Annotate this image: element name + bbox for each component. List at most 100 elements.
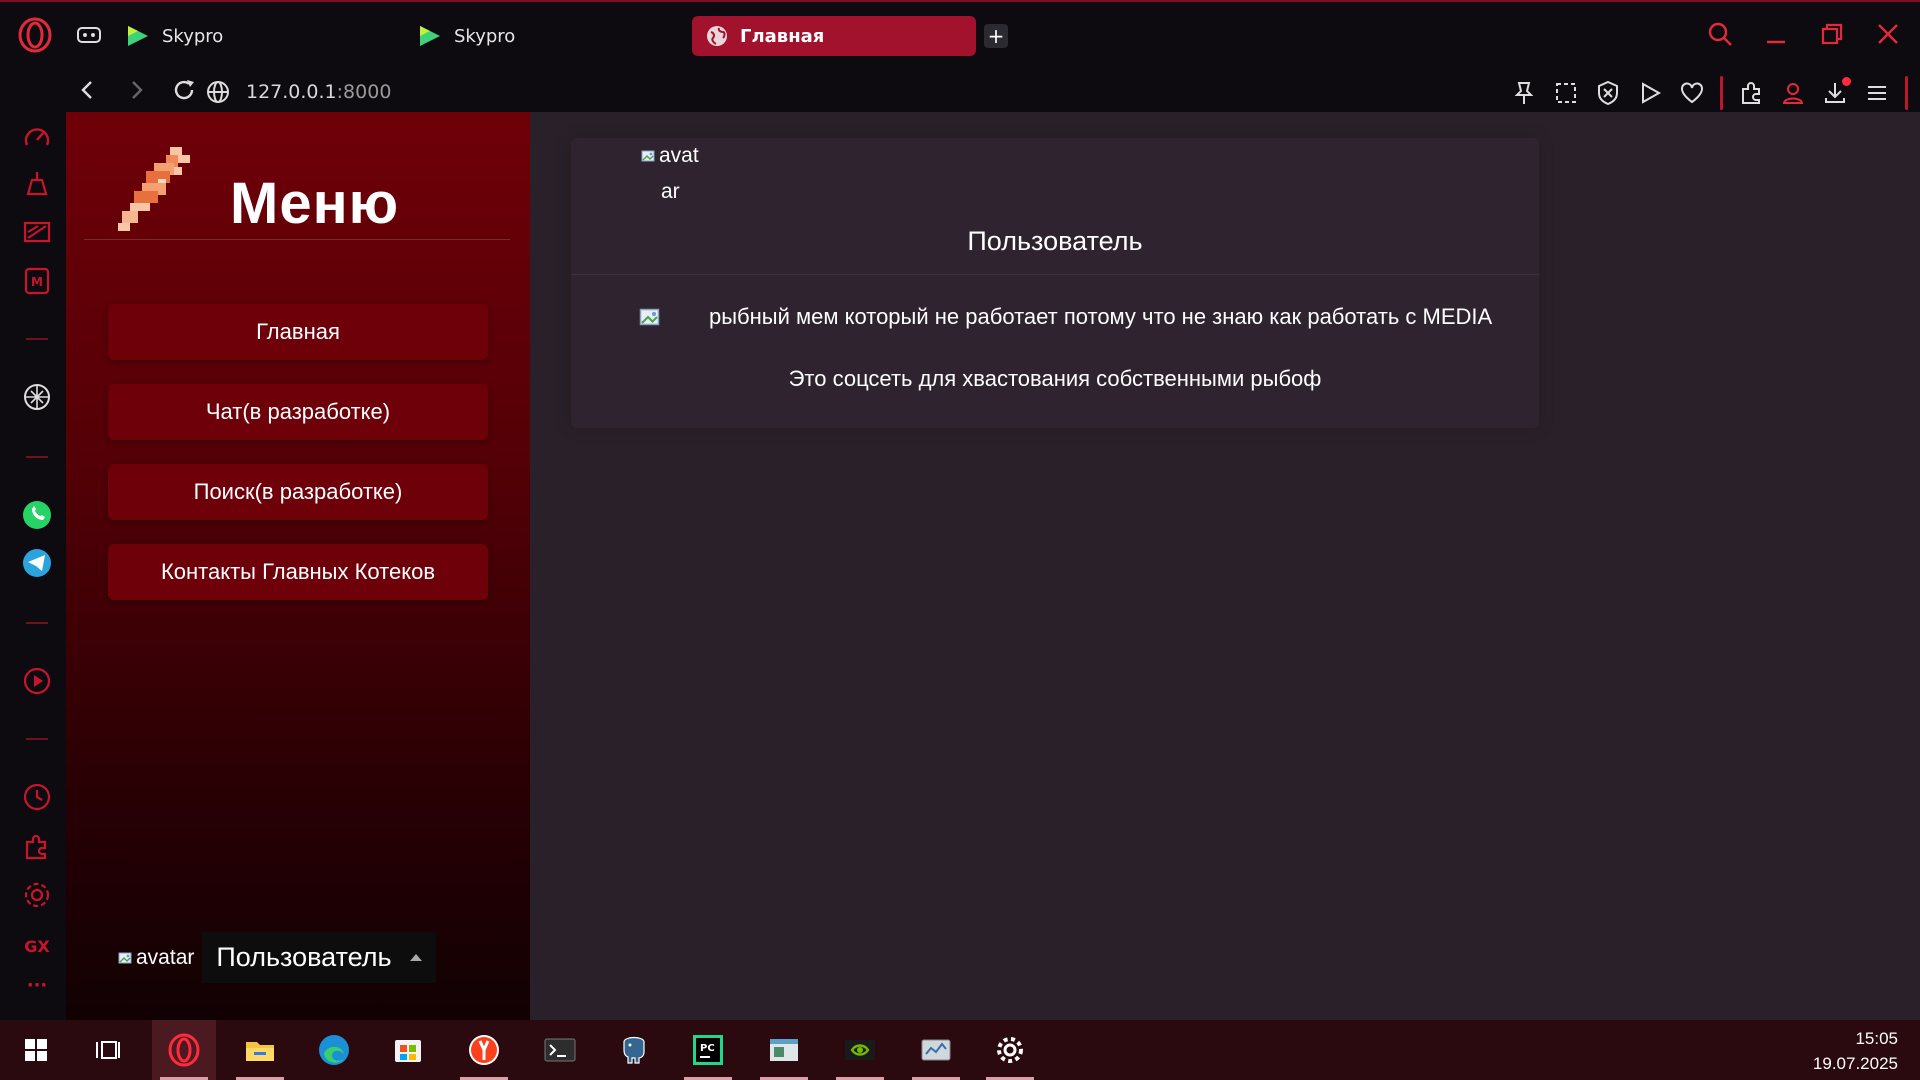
skypro-favicon-icon: [126, 25, 150, 47]
more-options-icon[interactable]: ···: [20, 976, 54, 1010]
profile-avatar: avat ar: [641, 138, 761, 210]
avatar-alt-line2: ar: [661, 180, 680, 203]
music-player-icon[interactable]: [20, 664, 54, 698]
back-icon[interactable]: [74, 76, 102, 104]
caret-up-icon: [409, 954, 422, 961]
taskbar-monitor-app[interactable]: [904, 1020, 968, 1080]
system-clock[interactable]: 15:05 19.07.2025: [1813, 1026, 1898, 1076]
broken-image-icon: [118, 950, 134, 966]
adblock-icon[interactable]: [1594, 79, 1622, 107]
windows-logo-icon: [18, 1032, 54, 1068]
heart-icon[interactable]: [1678, 79, 1706, 107]
forward-icon[interactable]: [122, 76, 150, 104]
taskbar-terminal[interactable]: [528, 1020, 592, 1080]
account-icon[interactable]: [1779, 79, 1807, 107]
clock-time: 15:05: [1855, 1029, 1898, 1048]
sidebar-separator: [26, 456, 48, 458]
start-button[interactable]: [4, 1020, 68, 1080]
tab-skypro-2[interactable]: Skypro: [404, 16, 664, 56]
opera-gx-icon: [166, 1032, 202, 1068]
taskbar-app-window[interactable]: [752, 1020, 816, 1080]
sidebar-separator: [26, 338, 48, 340]
settings-gear-icon[interactable]: [20, 878, 54, 912]
twitch-m-icon[interactable]: M: [20, 264, 54, 298]
extensions-sidebar-icon[interactable]: [20, 830, 54, 864]
snapshot-icon[interactable]: [1552, 79, 1580, 107]
task-view-button[interactable]: [76, 1020, 140, 1080]
taskbar-opera-gx[interactable]: [152, 1020, 216, 1080]
edge-icon: [316, 1032, 352, 1068]
url-host: 127.0.0.1: [246, 81, 337, 103]
avatar-alt-text: avatar: [136, 945, 195, 969]
opera-gx-logo-icon[interactable]: [16, 16, 54, 54]
taskbar-file-explorer[interactable]: [228, 1020, 292, 1080]
terminal-icon: [542, 1032, 578, 1068]
meme-row: рыбный мем который не работает потому чт…: [639, 304, 1492, 330]
postgresql-elephant-icon: [616, 1032, 652, 1068]
download-badge-icon: [1842, 77, 1851, 86]
pycharm-icon: PC: [690, 1032, 726, 1068]
tab-label: Skypro: [162, 25, 224, 47]
restore-window-icon[interactable]: [1818, 20, 1846, 48]
reload-icon[interactable]: [170, 76, 198, 104]
chatgpt-icon[interactable]: [20, 380, 54, 414]
user-dropdown[interactable]: Пользователь: [202, 932, 436, 983]
taskbar-pgadmin[interactable]: [602, 1020, 666, 1080]
extensions-icon[interactable]: [1737, 79, 1765, 107]
url-field[interactable]: 127.0.0.1:8000: [206, 80, 391, 104]
user-block: avatar Пользователь: [118, 932, 436, 983]
speed-dial-icon[interactable]: [20, 120, 54, 154]
avatar[interactable]: avatar: [118, 946, 194, 970]
search-tabs-icon[interactable]: [1706, 20, 1734, 48]
broken-image-icon: [641, 148, 657, 164]
player-icon[interactable]: [1636, 79, 1664, 107]
yandex-browser-icon: [466, 1032, 502, 1068]
menu-button-chat[interactable]: Чат(в разработке): [108, 384, 488, 440]
card-divider: [571, 274, 1539, 275]
pin-icon[interactable]: [1510, 79, 1538, 107]
close-window-icon[interactable]: [1874, 20, 1902, 48]
taskbar-edge[interactable]: [302, 1020, 366, 1080]
menu-header: Меню: [84, 130, 510, 240]
fish-logo-icon: [118, 146, 198, 236]
menu-title: Меню: [230, 171, 400, 236]
menu-button-contacts[interactable]: Контакты Главных Котеков: [108, 544, 488, 600]
sidebar-separator: [26, 738, 48, 740]
svg-text:PC: PC: [700, 1043, 715, 1054]
sidebar-separator: [26, 622, 48, 624]
profile-card: avat ar Пользователь рыбный мем который …: [571, 138, 1539, 428]
gx-corner-icon[interactable]: [20, 216, 54, 250]
app-window-icon: [766, 1032, 802, 1068]
cleaner-icon[interactable]: [20, 168, 54, 202]
profile-title: Пользователь: [967, 226, 1143, 256]
whatsapp-icon[interactable]: [20, 498, 54, 532]
avatar-alt-line1: avat: [659, 144, 699, 167]
gx-label[interactable]: GX: [20, 930, 54, 964]
telegram-icon[interactable]: [20, 546, 54, 580]
easy-setup-icon[interactable]: [1863, 79, 1891, 107]
meme-caption: рыбный мем который не работает потому чт…: [709, 304, 1493, 329]
menu-button-home[interactable]: Главная: [108, 304, 488, 360]
download-icon[interactable]: [1821, 77, 1851, 107]
task-view-icon: [90, 1032, 126, 1068]
toolbar-separator: [1905, 76, 1908, 110]
taskbar-nvidia[interactable]: [828, 1020, 892, 1080]
profile-description: Это соцсеть для хвастования собственными…: [788, 366, 1322, 391]
taskbar-yandex[interactable]: [452, 1020, 516, 1080]
tab-glavnaya-active[interactable]: Главная: [692, 16, 976, 56]
web-page: Меню Главная Чат(в разработке) Поиск(в р…: [66, 112, 1920, 1020]
site-info-globe-icon[interactable]: [206, 80, 230, 104]
taskbar-ms-store[interactable]: [376, 1020, 440, 1080]
nvidia-icon: [842, 1032, 878, 1068]
new-tab-button[interactable]: +: [984, 24, 1008, 48]
svg-text:M: M: [31, 275, 43, 289]
menu-button-search[interactable]: Поиск(в разработке): [108, 464, 488, 520]
taskbar-settings[interactable]: [978, 1020, 1042, 1080]
taskbar-pycharm[interactable]: PC: [676, 1020, 740, 1080]
minimize-icon[interactable]: [1762, 20, 1790, 48]
tab-skypro-1[interactable]: Skypro: [112, 16, 372, 56]
folder-icon: [242, 1032, 278, 1068]
history-icon[interactable]: [20, 780, 54, 814]
gx-control-icon[interactable]: [76, 24, 102, 46]
clock-date: 19.07.2025: [1812, 1054, 1898, 1073]
